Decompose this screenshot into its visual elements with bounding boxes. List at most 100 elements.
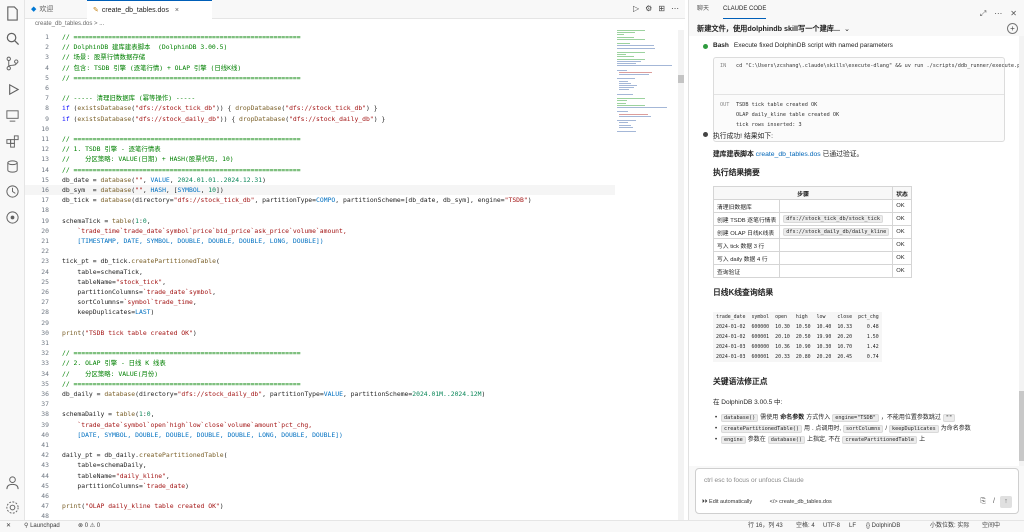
code-line[interactable]: 33 // 2. OLAP 引擎 - 日线 K 线表: [25, 358, 615, 368]
code-line[interactable]: 44 tableName="daily_kline",: [25, 471, 615, 481]
code-line[interactable]: 29: [25, 318, 615, 328]
code-line[interactable]: 5 // ====================================…: [25, 73, 615, 83]
run-debug-icon[interactable]: [5, 82, 20, 97]
close-tab-icon[interactable]: ×: [175, 7, 179, 14]
problems-indicator[interactable]: ⊗ 0 ⚠ 0: [78, 521, 100, 532]
code-line[interactable]: 48: [25, 511, 615, 520]
code-line[interactable]: 36 db_daily = database(directory="dfs://s…: [25, 389, 615, 399]
code-line[interactable]: 34 // 分区策略: VALUE(月份): [25, 369, 615, 379]
code-line[interactable]: 4 // 包含: TSDB 引擎 (逐笔行情) + OLAP 引擎 (日线K线): [25, 63, 615, 73]
code-line[interactable]: 25 tableName="stock_tick",: [25, 277, 615, 287]
panel-scrollbar-thumb[interactable]: [1019, 391, 1024, 461]
line-ending[interactable]: LF: [849, 521, 856, 532]
workspace-item[interactable]: 空间中: [982, 521, 1000, 532]
code-line[interactable]: 23 tick_pt = db_tick.createPartitionedTab…: [25, 256, 615, 266]
slash-command-icon[interactable]: /: [993, 498, 995, 505]
breadcrumb[interactable]: create_db_tables.dos > ...: [25, 19, 685, 30]
code-line[interactable]: 16 db_sym = database("", HASH, [SYMBOL, 1…: [25, 185, 615, 195]
code-line[interactable]: 20 `trade_time`trade_date`symbol`price`b…: [25, 226, 615, 236]
bash-tool-call[interactable]: Bash Execute fixed DolphinDB script with …: [713, 42, 893, 49]
code-line[interactable]: 42 daily_pt = db_daily.createPartitionedT…: [25, 450, 615, 460]
code-line[interactable]: 47 print("OLAP daily_kline table created …: [25, 501, 615, 511]
file-link[interactable]: create_db_tables.dos: [756, 151, 821, 158]
code-line[interactable]: 27 sortColumns=`symbol`trade_time,: [25, 297, 615, 307]
maximize-icon[interactable]: ⤢: [980, 4, 986, 23]
tab-claude-code[interactable]: CLAUDE CODE: [723, 0, 767, 19]
tab-chat[interactable]: 聊天: [697, 0, 709, 19]
code-line[interactable]: 31: [25, 338, 615, 348]
split-editor-icon[interactable]: ⊞: [658, 4, 665, 15]
session-title[interactable]: 新建文件，使用dolphindb skill写一个建库... ⌄: [697, 24, 850, 34]
code-line[interactable]: 30 print("TSDB tick table created OK"): [25, 328, 615, 338]
dolphin-icon[interactable]: [5, 210, 20, 225]
code-line[interactable]: 41: [25, 440, 615, 450]
file-icon: ✎: [93, 7, 99, 14]
code-line[interactable]: 38 schemaDaily = table(1:0,: [25, 409, 615, 419]
minimap-line: [617, 36, 635, 38]
language-mode[interactable]: {} DolphinDB: [866, 521, 900, 532]
more-icon[interactable]: ⋯: [994, 4, 1002, 23]
code-line[interactable]: 39 `trade_date`symbol`open`high`low`clos…: [25, 420, 615, 430]
code-line[interactable]: 24 table=schemaTick,: [25, 267, 615, 277]
code-line[interactable]: 14 // ===================================…: [25, 165, 615, 175]
decimal-places[interactable]: 小数位数: 实际: [930, 521, 969, 532]
code-line[interactable]: 2 // DolphinDB 建库建表脚本 (DolphinDB 3.00.5): [25, 42, 615, 52]
launchpad-item[interactable]: ⚲ Launchpad: [24, 521, 60, 532]
code-line[interactable]: 8 if (existsDatabase("dfs://stock_tick_db…: [25, 103, 615, 113]
new-session-button[interactable]: +: [1007, 23, 1018, 34]
minimap[interactable]: [617, 30, 675, 140]
explorer-icon[interactable]: [5, 6, 20, 21]
code-line[interactable]: 10: [25, 124, 615, 134]
extensions-icon[interactable]: [5, 134, 20, 149]
edit-mode-toggle[interactable]: ⏵⏵ Edit automatically: [702, 499, 760, 505]
code-line[interactable]: 17 db_tick = database(directory="dfs://st…: [25, 195, 615, 205]
close-panel-icon[interactable]: ✕: [1010, 4, 1017, 23]
indentation[interactable]: 空格: 4: [796, 521, 815, 532]
editor-scrollbar-thumb[interactable]: [678, 75, 684, 83]
send-button[interactable]: ↑: [1000, 496, 1012, 508]
code-line[interactable]: 28 keepDuplicates=LAST): [25, 307, 615, 317]
code-line[interactable]: 46: [25, 491, 615, 501]
code-line[interactable]: 6: [25, 83, 615, 93]
code-editor[interactable]: 1 // ====================================…: [25, 30, 680, 520]
panel-scrollbar[interactable]: [1019, 36, 1024, 466]
code-line[interactable]: 1 // ====================================…: [25, 32, 615, 42]
timeline-icon[interactable]: [5, 184, 20, 199]
more-actions-icon[interactable]: ⋯: [671, 4, 679, 15]
code-line[interactable]: 26 partitionColumns=`trade_date`symbol,: [25, 287, 615, 297]
code-line[interactable]: 3 // 场景: 股票行情数据存储: [25, 52, 615, 62]
code-line[interactable]: 45 partitionColumns=`trade_date): [25, 481, 615, 491]
attach-icon[interactable]: ⎘: [980, 498, 986, 506]
remote-indicator[interactable]: ✕: [6, 521, 11, 532]
code-line[interactable]: 43 table=schemaDaily,: [25, 460, 615, 470]
prompt-input[interactable]: ctrl esc to focus or unfocus Claude ⏵⏵ E…: [695, 468, 1019, 514]
code-line[interactable]: 12 // 1. TSDB 引擎 - 逐笔行情表: [25, 144, 615, 154]
code-line[interactable]: 18: [25, 205, 615, 215]
tab-create-db-tables[interactable]: ✎ create_db_tables.dos ×: [87, 0, 212, 19]
code-line[interactable]: 21 [TIMESTAMP, DATE, SYMBOL, DOUBLE, DOU…: [25, 236, 615, 246]
settings-gear-icon[interactable]: [5, 500, 20, 515]
tab-welcome[interactable]: ◆ 欢迎: [25, 0, 87, 19]
search-icon[interactable]: [5, 31, 20, 46]
run-icon[interactable]: ▷: [633, 4, 639, 15]
encoding[interactable]: UTF-8: [823, 521, 840, 532]
code-line[interactable]: 35 // ===================================…: [25, 379, 615, 389]
cursor-position[interactable]: 行 16，列 43: [748, 521, 783, 532]
dolphindb-config-icon[interactable]: ⚙: [645, 4, 652, 15]
code-line[interactable]: 22: [25, 246, 615, 256]
code-line[interactable]: 11 // ===================================…: [25, 134, 615, 144]
code-line[interactable]: 7 // ----- 清理旧数据库 (幂等操作) -----: [25, 93, 615, 103]
account-icon[interactable]: [5, 475, 20, 490]
code-line[interactable]: 15 db_date = database("", VALUE, 2024.01.…: [25, 175, 615, 185]
code-line[interactable]: 13 // 分区策略: VALUE(日期) + HASH(股票代码, 10): [25, 154, 615, 164]
code-line[interactable]: 19 schemaTick = table(1:0,: [25, 216, 615, 226]
remote-explorer-icon[interactable]: [5, 108, 20, 123]
code-line[interactable]: 9 if (existsDatabase("dfs://stock_daily_d…: [25, 114, 615, 124]
source-control-icon[interactable]: [5, 56, 20, 71]
database-icon[interactable]: [5, 159, 20, 174]
code-line[interactable]: 37: [25, 399, 615, 409]
context-file[interactable]: </> create_db_tables.dos: [770, 499, 840, 505]
editor-scrollbar[interactable]: [678, 30, 684, 520]
code-line[interactable]: 40 [DATE, SYMBOL, DOUBLE, DOUBLE, DOUBLE…: [25, 430, 615, 440]
code-line[interactable]: 32 // ===================================…: [25, 348, 615, 358]
